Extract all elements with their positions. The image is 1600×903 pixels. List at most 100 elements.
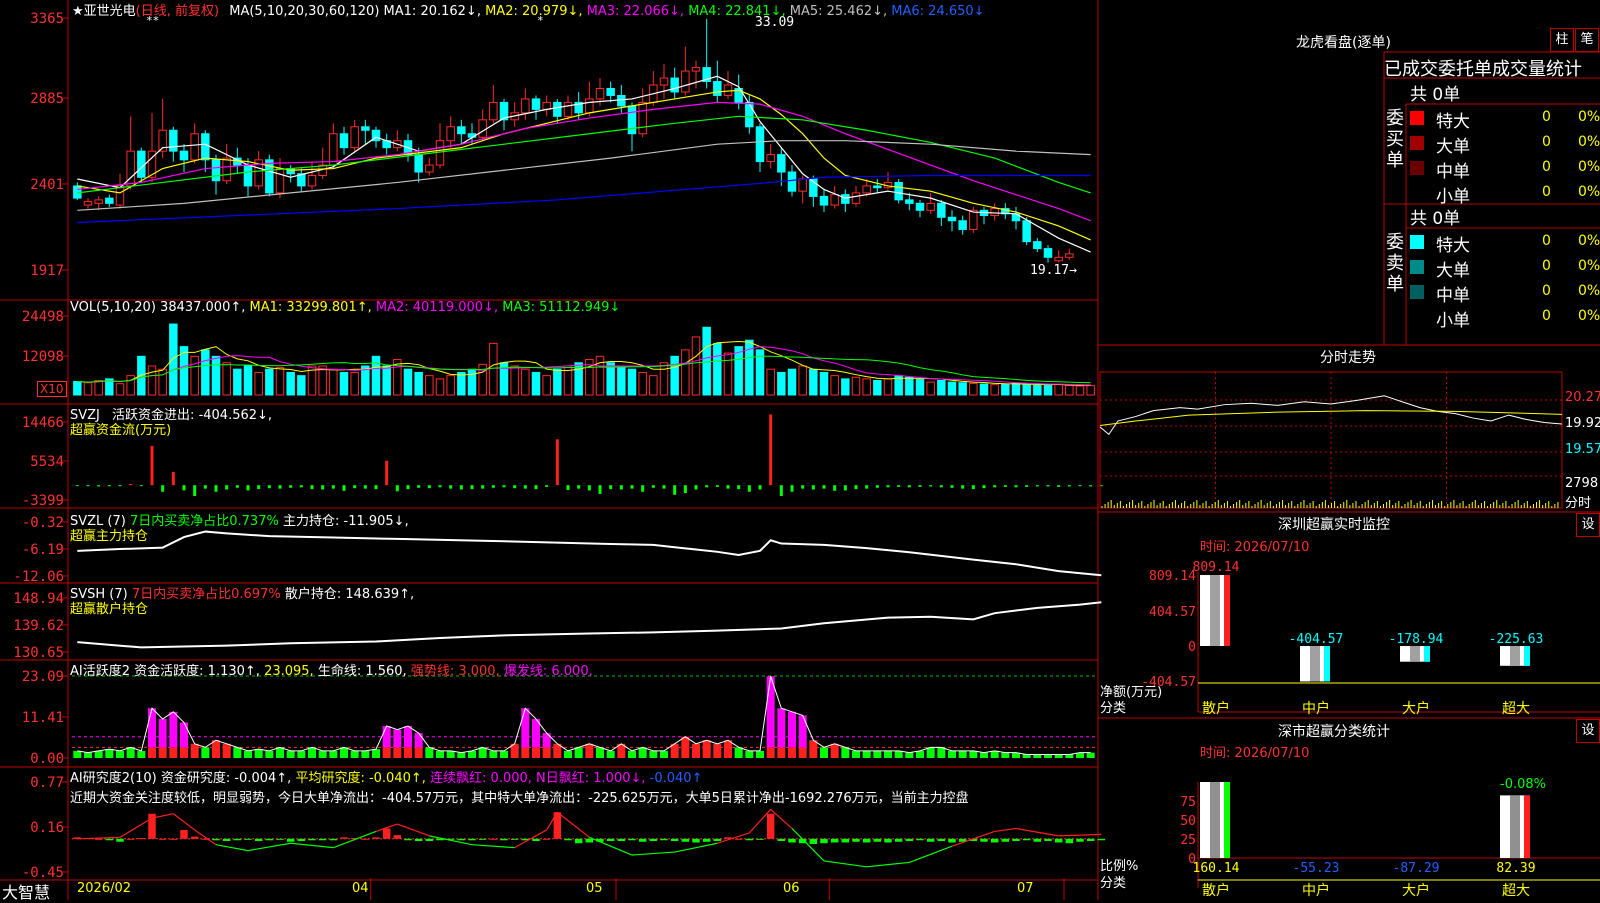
fund-flow-bar [726, 485, 730, 489]
volume-bar [190, 355, 199, 396]
activity-bar [244, 750, 252, 758]
fund-flow-bar [961, 485, 965, 489]
y-tick-label: 130.65 [13, 645, 64, 661]
monitor-category: 散户 [1202, 700, 1230, 717]
research-bar [916, 838, 924, 841]
monitor-category: 超大 [1502, 701, 1530, 717]
research-bar [1044, 838, 1052, 842]
activity-bar [425, 747, 434, 758]
volume-bar [403, 368, 413, 396]
activity-bar [393, 747, 402, 758]
candle-body [531, 98, 541, 110]
y-tick-label: 5534 [30, 454, 64, 470]
fund-flow-bar [353, 485, 357, 489]
research-bar [649, 838, 658, 842]
volume-bar [435, 378, 445, 396]
y-tick-label: 0.00 [30, 751, 64, 767]
fund-flow-bar [747, 485, 751, 492]
volume-bar [830, 375, 839, 396]
volume-bar [457, 371, 466, 396]
candle-body [681, 70, 690, 93]
candle-body [969, 209, 978, 230]
fund-flow-bar [299, 485, 303, 488]
classify-category: 超大 [1502, 883, 1530, 899]
activity-bar [820, 747, 828, 758]
order-row: 小单 0 0% [1410, 306, 1600, 331]
y-tick-label: 2401 [30, 177, 64, 193]
volume-bar [819, 371, 829, 396]
y-tick-label: 1917 [30, 263, 64, 279]
candle-body [958, 220, 967, 230]
order-percent: 0% [1578, 134, 1600, 150]
activity-bar [372, 749, 380, 758]
candle-body [937, 202, 946, 218]
svsh-subtitle: 超赢散户持仓 [70, 602, 149, 617]
sell-side-label: 委卖单 [1386, 232, 1404, 295]
fund-flow-bar [555, 439, 559, 486]
volume-bar [382, 365, 391, 396]
candle-body [798, 178, 807, 192]
candle-body [766, 154, 775, 163]
fund-flow-bar [331, 485, 335, 489]
activity-bar-burst [521, 708, 530, 748]
research-bar [361, 838, 370, 840]
candle-body [1043, 248, 1053, 258]
activity-bar [137, 750, 146, 758]
research-bar [393, 835, 402, 839]
bar-mode-button[interactable]: 柱 [1550, 28, 1574, 52]
vol-ma2: MA2: 40119.000↓, [375, 300, 499, 315]
fund-flow-bar [865, 485, 869, 489]
research-bar [190, 836, 199, 839]
volume-bar [201, 349, 210, 396]
activity-bar [478, 747, 487, 758]
research-bar [532, 838, 540, 842]
monitor-settings-button[interactable]: 设 [1576, 513, 1600, 537]
order-percent: 0% [1578, 283, 1600, 299]
activity-bar [116, 750, 124, 758]
order-type-label: 特大 [1436, 236, 1470, 256]
research-bar [894, 838, 903, 842]
volume-bar [211, 355, 221, 396]
fund-flow-bar [395, 485, 399, 492]
activity-bar [222, 743, 231, 758]
aia-burst: 爆发线: 6.000, [503, 664, 593, 679]
fund-flow-bar [491, 485, 495, 488]
volume-bar [339, 371, 349, 396]
order-type-label: 大单 [1436, 137, 1470, 157]
fund-flow-bar [86, 485, 90, 487]
svzl-ratio: 7日内买卖净占比0.737% [129, 514, 279, 529]
activity-bar-burst [777, 708, 786, 748]
activity-bar-burst [766, 676, 775, 748]
monitor-bar-2 [1400, 646, 1430, 662]
y-tick-label: 139.62 [13, 618, 64, 634]
order-percent: 0% [1578, 258, 1600, 274]
volume-bar [489, 342, 498, 396]
research-bar [926, 838, 935, 842]
research-bar [766, 813, 775, 839]
volume-bar [414, 371, 423, 396]
fund-flow-bar [641, 485, 645, 492]
classify-settings-button[interactable]: 设 [1576, 719, 1600, 743]
order-count: 0 [1542, 109, 1551, 125]
monitor-bar-shade [1210, 575, 1220, 646]
background [0, 0, 1600, 900]
candle-body [873, 185, 882, 189]
candle-body [723, 84, 733, 96]
research-bar [734, 838, 743, 840]
fund-flow-bar [779, 485, 783, 497]
candle-body [841, 194, 850, 204]
candle-body [638, 101, 647, 135]
volume-bar [1065, 384, 1074, 396]
activity-bar [382, 747, 391, 758]
activity-bar-burst [798, 715, 807, 748]
volume-bar [233, 368, 242, 396]
classify-category: 散户 [1202, 882, 1230, 899]
activity-bar [254, 749, 263, 758]
activity-bar [457, 752, 466, 758]
activity-bar-burst [158, 718, 167, 748]
candle-body [691, 67, 701, 72]
tick-mode-button[interactable]: 笔 [1575, 28, 1599, 52]
volume-bar [798, 365, 807, 396]
fund-flow-bar [993, 485, 997, 488]
fund-flow-bar [257, 485, 261, 490]
